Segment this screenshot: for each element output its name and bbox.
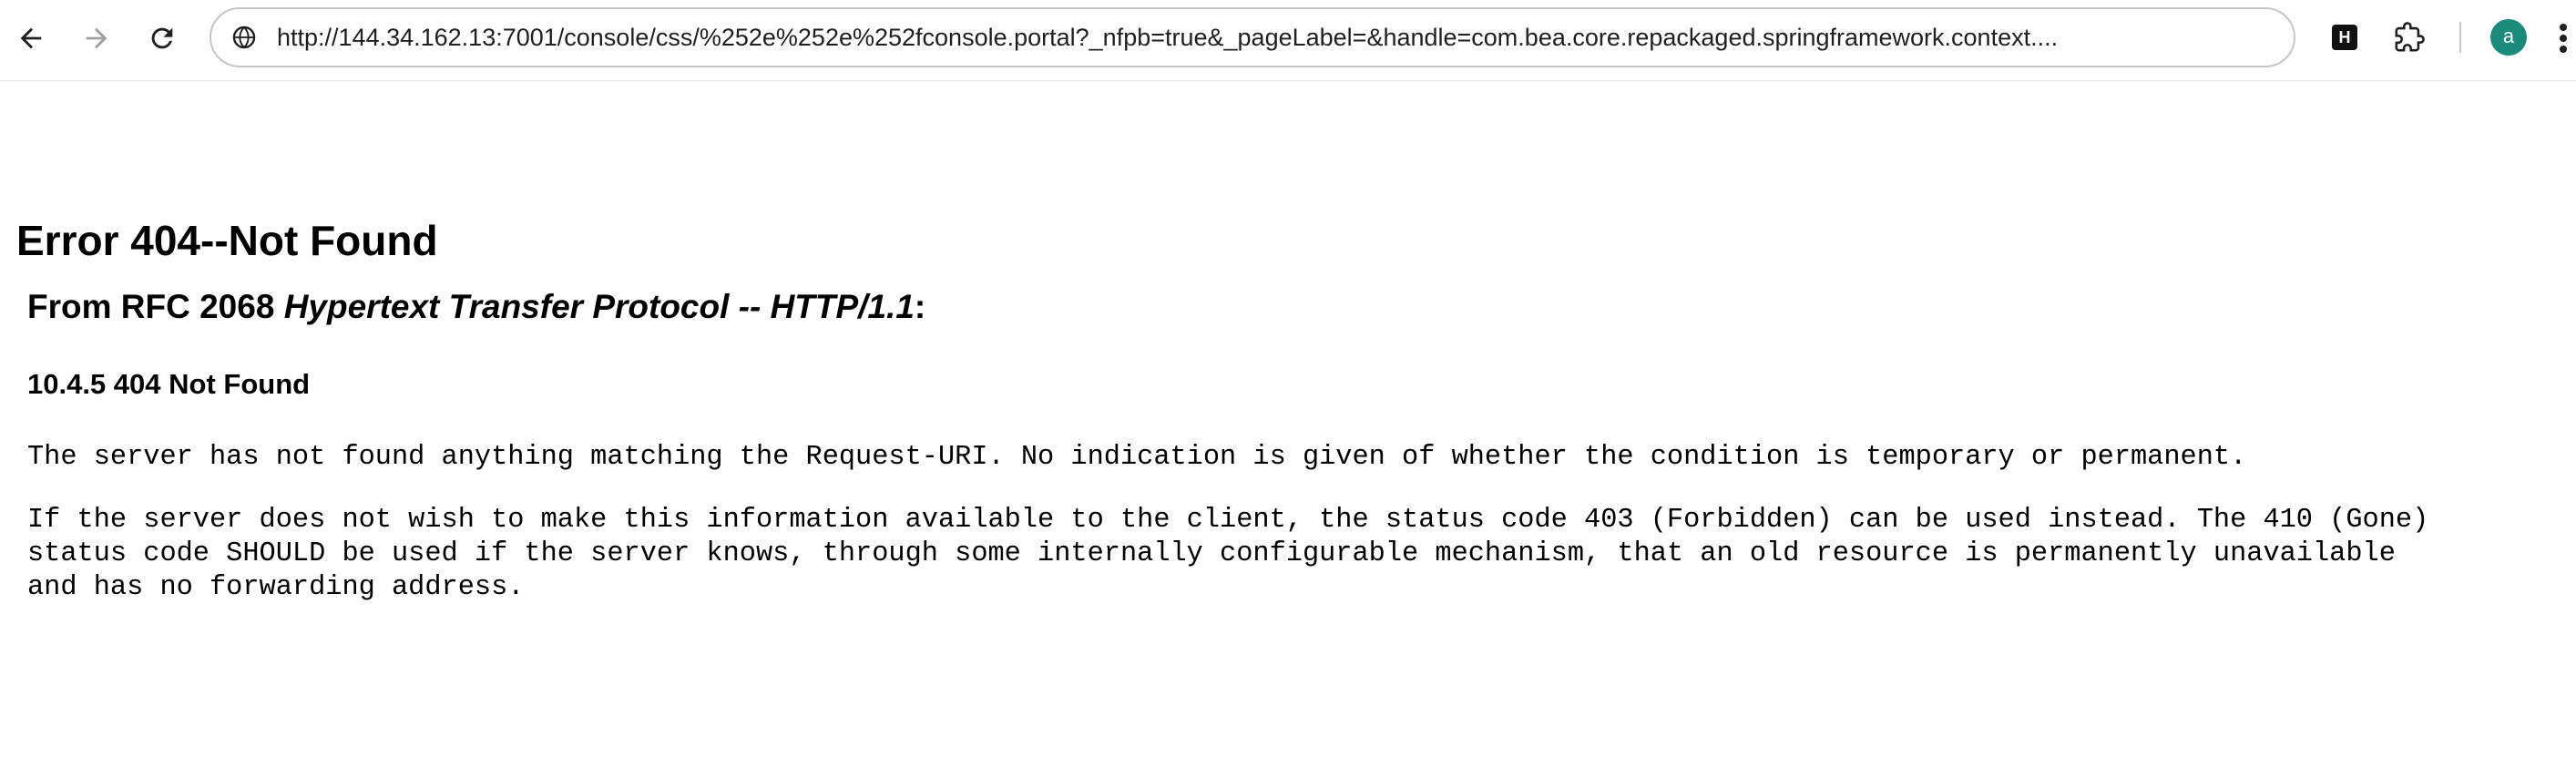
page-content: Error 404--Not Found xyxy=(0,81,2576,778)
puzzle-icon xyxy=(2395,22,2425,52)
paragraph-line: and has no forwarding address. xyxy=(27,572,525,603)
paragraph-line: status code SHOULD be used if the server… xyxy=(27,538,2396,569)
site-info-button[interactable] xyxy=(226,19,262,56)
rfc-heading-suffix: : xyxy=(914,288,926,325)
browser-toolbar: http://144.34.162.13:7001/console/css/%2… xyxy=(0,0,2576,81)
h-extension-button[interactable]: H xyxy=(2332,25,2357,50)
reload-icon xyxy=(151,27,173,49)
paragraph-line: If the server does not wish to make this… xyxy=(27,505,2429,536)
site-info-icon xyxy=(232,26,256,49)
paragraph-request-uri: The server has not found anything matchi… xyxy=(27,442,2247,473)
paragraph-forbidden-gone: If the server does not wish to make this… xyxy=(27,504,2428,605)
reload-button[interactable] xyxy=(137,13,188,64)
arrow-right-icon xyxy=(86,27,107,49)
rfc-heading-title: Hypertext Transfer Protocol -- HTTP/1.1 xyxy=(283,288,915,325)
error-title: Error 404--Not Found xyxy=(16,217,438,264)
arrow-left-icon xyxy=(20,27,42,49)
profile-avatar[interactable]: a xyxy=(2490,19,2527,56)
address-bar[interactable]: http://144.34.162.13:7001/console/css/%2… xyxy=(210,7,2295,67)
forward-button[interactable] xyxy=(71,13,122,64)
url-text[interactable]: http://144.34.162.13:7001/console/css/%2… xyxy=(277,24,2272,52)
rfc-heading-prefix: From RFC 2068 xyxy=(27,288,284,325)
toolbar-divider xyxy=(2459,22,2461,53)
more-vert-icon[interactable] xyxy=(2550,18,2576,58)
section-heading: 10.4.5 404 Not Found xyxy=(27,368,311,400)
rfc-heading: From RFC 2068 Hypertext Transfer Protoco… xyxy=(27,288,925,326)
extensions-button[interactable] xyxy=(2388,16,2430,58)
back-button[interactable] xyxy=(5,13,56,64)
